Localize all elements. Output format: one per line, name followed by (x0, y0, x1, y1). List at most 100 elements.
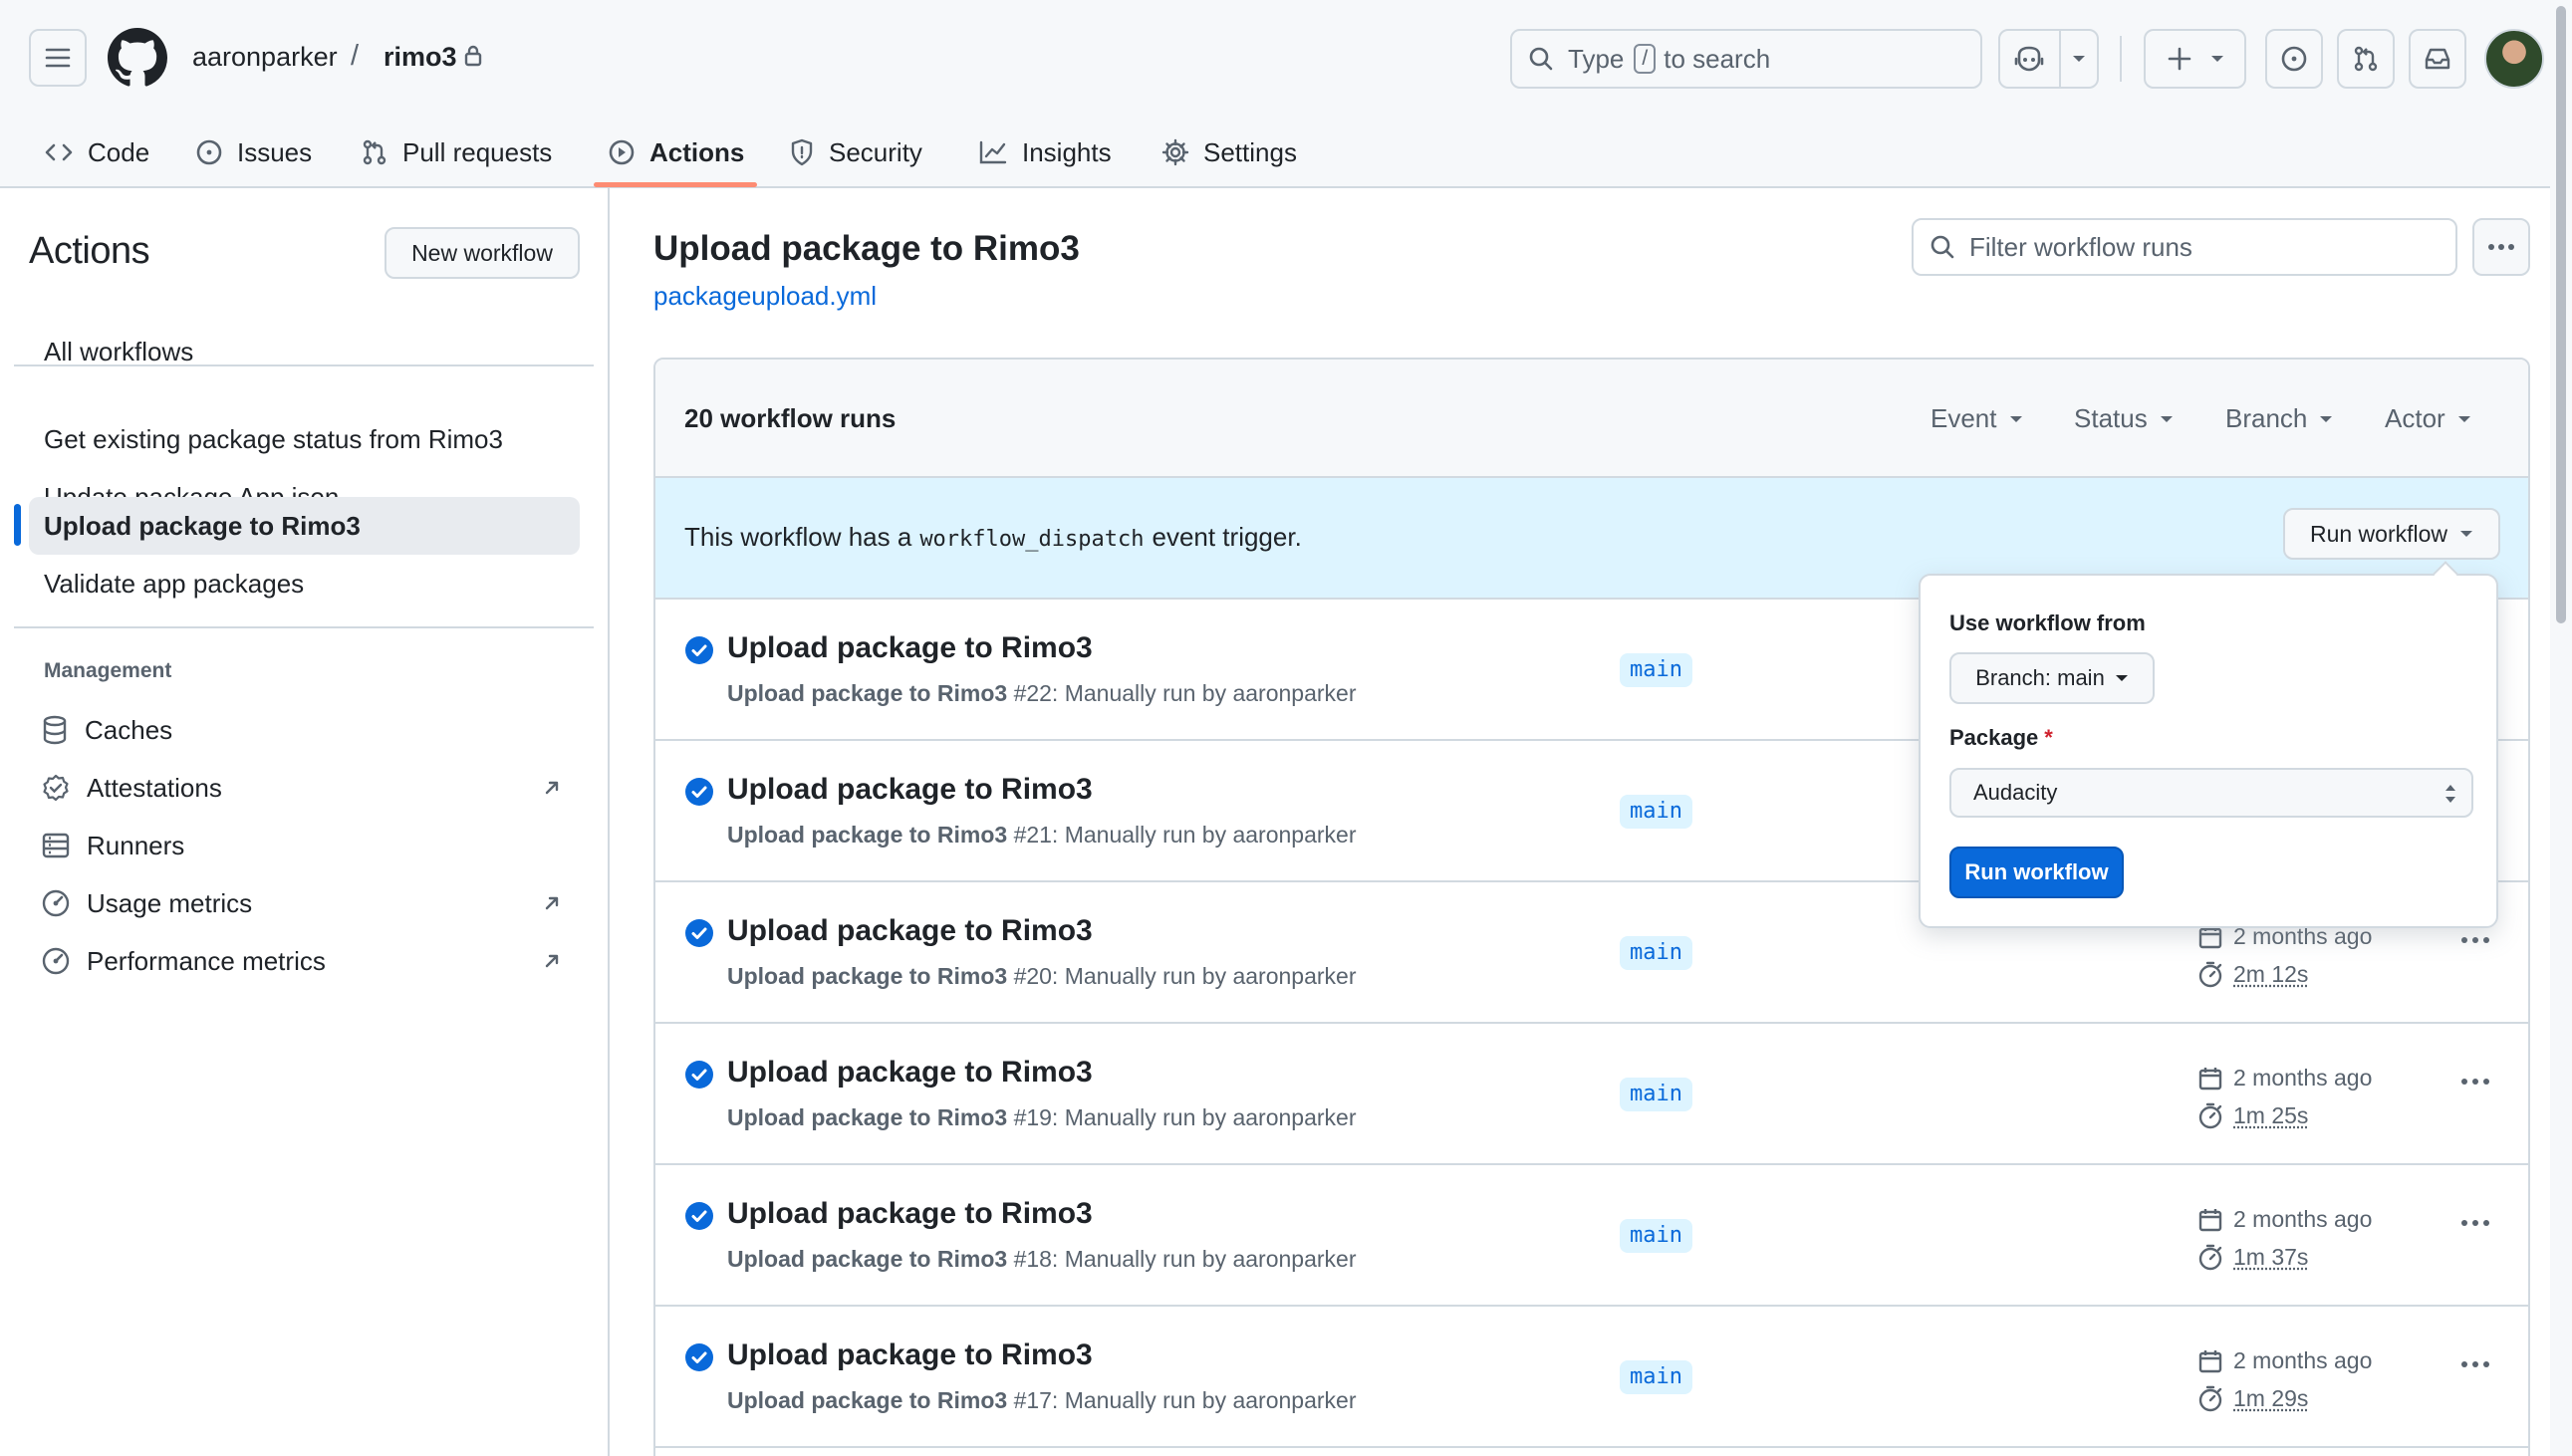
create-new-button[interactable] (2144, 29, 2246, 89)
link-external-icon (542, 893, 562, 913)
graph-icon (978, 139, 1008, 165)
repo-link[interactable]: rimo3 (384, 42, 457, 73)
stopwatch-icon (2197, 1243, 2223, 1271)
server-icon (41, 832, 71, 859)
gear-icon (1161, 138, 1189, 166)
play-icon (608, 138, 636, 166)
meter-icon (41, 946, 71, 976)
run-workflow-name: Upload package to Rimo3 (727, 1104, 1007, 1130)
run-detail: #21: Manually run by aaronparker (1014, 822, 1357, 848)
copilot-button-group (1998, 29, 2099, 89)
tab-actions[interactable]: Actions (608, 118, 744, 187)
branch-badge[interactable]: main (1620, 795, 1692, 829)
run-row[interactable]: Upload package to Rimo3 Upload package t… (655, 1165, 2528, 1307)
sidebar-item-attestations[interactable]: Attestations (29, 759, 580, 817)
run-title[interactable]: Upload package to Rimo3 (727, 631, 1093, 665)
header-divider (2120, 36, 2122, 82)
tab-code[interactable]: Code (44, 118, 149, 187)
branch-badge[interactable]: main (1620, 936, 1692, 970)
owner-link[interactable]: aaronparker (192, 42, 338, 73)
actions-sidebar: Actions New workflow All workflows Get e… (0, 188, 610, 1456)
branch-filter[interactable]: Branch (2225, 403, 2333, 434)
run-workflow-dropdown-button[interactable]: Run workflow (2283, 508, 2500, 560)
kebab-horizontal-icon[interactable] (2460, 1360, 2490, 1368)
tab-settings-label: Settings (1203, 137, 1297, 168)
sidebar-item-runners[interactable]: Runners (29, 817, 580, 874)
your-pull-requests-button[interactable] (2337, 29, 2395, 89)
tab-settings[interactable]: Settings (1161, 118, 1297, 187)
filter-runs-input[interactable]: Filter workflow runs (1912, 218, 2457, 276)
workflow-file-link[interactable]: packageupload.yml (653, 281, 877, 312)
active-item-indicator (14, 504, 21, 546)
user-avatar[interactable] (2484, 29, 2544, 89)
inbox-button[interactable] (2409, 29, 2466, 89)
tab-issues[interactable]: Issues (195, 118, 312, 187)
run-workflow-submit-button[interactable]: Run workflow (1949, 847, 2124, 898)
copilot-menu-button[interactable] (2061, 31, 2097, 87)
kebab-horizontal-icon[interactable] (2460, 1219, 2490, 1227)
kebab-horizontal-icon[interactable] (2460, 936, 2490, 944)
git-pull-request-icon (361, 138, 388, 166)
workflow-menu-button[interactable] (2472, 218, 2530, 276)
branch-badge[interactable]: main (1620, 1078, 1692, 1111)
branch-badge[interactable]: main (1620, 1219, 1692, 1253)
run-title[interactable]: Upload package to Rimo3 (727, 773, 1093, 807)
required-marker: * (2044, 725, 2053, 750)
sidebar-item-usage-metrics[interactable]: Usage metrics (29, 874, 580, 932)
branch-select-button[interactable]: Branch: main (1949, 652, 2155, 704)
dispatch-code: workflow_dispatch (911, 527, 1152, 552)
sidebar-item-caches[interactable]: Caches (29, 701, 580, 759)
search-input[interactable]: Type / to search (1510, 29, 1982, 89)
run-workflow-toggle-label: Run workflow (2310, 521, 2447, 548)
run-subtitle: Upload package to Rimo3 #17: Manually ru… (727, 1387, 1356, 1414)
inbox-icon (2424, 46, 2451, 72)
sidebar-divider (14, 626, 594, 628)
run-title[interactable]: Upload package to Rimo3 (727, 1056, 1093, 1090)
code-icon (44, 140, 74, 164)
branch-select-label: Branch: main (1975, 665, 2105, 691)
actor-filter[interactable]: Actor (2385, 403, 2471, 434)
filter-placeholder: Filter workflow runs (1969, 232, 2192, 263)
link-external-icon (542, 778, 562, 798)
branch-filter-label: Branch (2225, 403, 2307, 434)
sidebar-item-performance-metrics[interactable]: Performance metrics (29, 932, 580, 990)
sidebar-workflow-item-active[interactable]: Upload package to Rimo3 (29, 497, 580, 555)
new-workflow-button[interactable]: New workflow (385, 227, 580, 279)
status-filter-label: Status (2074, 403, 2148, 434)
actor-filter-label: Actor (2385, 403, 2445, 434)
kebab-horizontal-icon[interactable] (2460, 1078, 2490, 1086)
sidebar-item-all-workflows[interactable]: All workflows (29, 323, 580, 380)
status-filter[interactable]: Status (2074, 403, 2174, 434)
run-subtitle: Upload package to Rimo3 #21: Manually ru… (727, 822, 1356, 849)
sidebar-workflow-item[interactable]: Get existing package status from Rimo3 (29, 410, 580, 468)
performance-metrics-label: Performance metrics (87, 946, 326, 977)
tab-security[interactable]: Security (789, 118, 922, 187)
your-issues-button[interactable] (2265, 29, 2323, 89)
search-suffix: to search (1664, 44, 1770, 75)
sidebar-workflow-item[interactable]: Validate app packages (29, 555, 580, 612)
package-select-value: Audacity (1973, 780, 2057, 806)
run-subtitle: Upload package to Rimo3 #22: Manually ru… (727, 680, 1356, 707)
triangle-down-icon (2459, 529, 2473, 539)
branch-badge[interactable]: main (1620, 1360, 1692, 1394)
check-circle-fill-icon (684, 777, 714, 807)
run-title[interactable]: Upload package to Rimo3 (727, 914, 1093, 948)
run-duration-text: 1m 25s (2233, 1102, 2308, 1129)
scrollbar-thumb[interactable] (2556, 6, 2566, 623)
run-title[interactable]: Upload package to Rimo3 (727, 1338, 1093, 1372)
package-select[interactable]: Audacity (1949, 768, 2473, 818)
event-filter[interactable]: Event (1930, 403, 2023, 434)
chevron-up-down-icon (2443, 781, 2457, 807)
run-title[interactable]: Upload package to Rimo3 (727, 1197, 1093, 1231)
tab-pull-requests[interactable]: Pull requests (361, 118, 552, 187)
branch-badge[interactable]: main (1620, 653, 1692, 687)
copilot-button[interactable] (2000, 31, 2061, 87)
run-date-text: 2 months ago (2233, 1206, 2372, 1233)
package-label-text: Package (1949, 725, 2038, 750)
tab-insights[interactable]: Insights (978, 118, 1112, 187)
github-logo-icon[interactable] (108, 28, 167, 88)
run-row[interactable]: Upload package to Rimo3 Upload package t… (655, 1024, 2528, 1165)
run-date-text: 2 months ago (2233, 1347, 2372, 1374)
menu-button[interactable] (29, 29, 87, 87)
run-row[interactable]: Upload package to Rimo3 Upload package t… (655, 1307, 2528, 1448)
